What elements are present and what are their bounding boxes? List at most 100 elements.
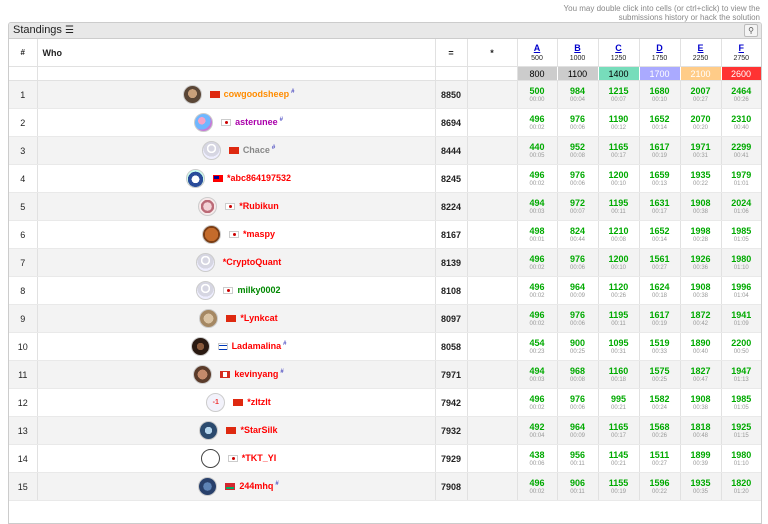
participant-handle[interactable]: *abc864197532 bbox=[227, 173, 291, 183]
problem-result-cell[interactable]: 956 00:11 bbox=[557, 444, 599, 473]
problem-header-d[interactable]: D 1750 bbox=[639, 39, 681, 67]
problem-result-cell[interactable]: 496 00:02 bbox=[517, 388, 558, 417]
problem-result-cell[interactable]: 1947 01:13 bbox=[721, 360, 761, 389]
problem-result-cell[interactable]: 2070 00:20 bbox=[680, 108, 722, 137]
problem-result-cell[interactable]: 824 00:44 bbox=[557, 220, 599, 249]
problem-result-cell[interactable]: 995 00:21 bbox=[598, 388, 640, 417]
problem-link[interactable]: D bbox=[640, 43, 680, 54]
problem-result-cell[interactable]: 1155 00:19 bbox=[598, 472, 640, 501]
problem-result-cell[interactable]: 1617 00:19 bbox=[639, 136, 681, 165]
problem-result-cell[interactable]: 1908 00:38 bbox=[680, 388, 722, 417]
problem-result-cell[interactable]: 1582 00:24 bbox=[639, 388, 681, 417]
problem-result-cell[interactable]: 1095 00:31 bbox=[598, 332, 640, 361]
problem-result-cell[interactable]: 496 00:02 bbox=[517, 164, 558, 193]
problem-result-cell[interactable]: 1890 00:40 bbox=[680, 332, 722, 361]
participant-handle[interactable]: kevinyang bbox=[234, 369, 278, 379]
problem-result-cell[interactable]: 1631 00:17 bbox=[639, 192, 681, 221]
problem-result-cell[interactable]: 972 00:07 bbox=[557, 192, 599, 221]
problem-result-cell[interactable]: 1596 00:22 bbox=[639, 472, 681, 501]
problem-result-cell[interactable]: 1659 00:13 bbox=[639, 164, 681, 193]
problem-result-cell[interactable]: 964 00:09 bbox=[557, 416, 599, 445]
problem-result-cell[interactable]: 1908 00:38 bbox=[680, 192, 722, 221]
participant-handle[interactable]: *CryptoQuant bbox=[223, 257, 282, 267]
problem-result-cell[interactable]: 1519 00:33 bbox=[639, 332, 681, 361]
problem-result-cell[interactable]: 496 00:02 bbox=[517, 304, 558, 333]
avatar[interactable] bbox=[198, 197, 218, 216]
problem-result-cell[interactable]: 1568 00:26 bbox=[639, 416, 681, 445]
avatar[interactable] bbox=[193, 365, 213, 384]
problem-result-cell[interactable]: 1820 01:20 bbox=[721, 472, 761, 501]
problem-result-cell[interactable]: 968 00:08 bbox=[557, 360, 599, 389]
problem-result-cell[interactable]: 1215 00:07 bbox=[598, 80, 640, 109]
avatar[interactable] bbox=[194, 113, 214, 132]
problem-result-cell[interactable]: 1996 01:04 bbox=[721, 276, 761, 305]
problem-link[interactable]: C bbox=[599, 43, 639, 54]
problem-result-cell[interactable]: 976 00:06 bbox=[557, 248, 599, 277]
problem-header-f[interactable]: F 2750 bbox=[721, 39, 761, 67]
problem-result-cell[interactable]: 496 00:02 bbox=[517, 108, 558, 137]
problem-result-cell[interactable]: 1561 00:27 bbox=[639, 248, 681, 277]
problem-link[interactable]: A bbox=[518, 43, 557, 54]
problem-header-a[interactable]: A 500 bbox=[517, 39, 558, 67]
problem-result-cell[interactable]: 964 00:09 bbox=[557, 276, 599, 305]
problem-result-cell[interactable]: 1511 00:27 bbox=[639, 444, 681, 473]
problem-result-cell[interactable]: 1935 00:22 bbox=[680, 164, 722, 193]
problem-result-cell[interactable]: 1160 00:18 bbox=[598, 360, 640, 389]
problem-result-cell[interactable]: 492 00:04 bbox=[517, 416, 558, 445]
problem-result-cell[interactable]: 1872 00:42 bbox=[680, 304, 722, 333]
problem-result-cell[interactable]: 2310 00:40 bbox=[721, 108, 761, 137]
problem-result-cell[interactable]: 976 00:06 bbox=[557, 388, 599, 417]
problem-result-cell[interactable]: 440 00:05 bbox=[517, 136, 558, 165]
problem-result-cell[interactable]: 976 00:06 bbox=[557, 108, 599, 137]
problem-result-cell[interactable]: 1165 00:17 bbox=[598, 416, 640, 445]
problem-result-cell[interactable]: 1190 00:12 bbox=[598, 108, 640, 137]
problem-result-cell[interactable]: 900 00:25 bbox=[557, 332, 599, 361]
problem-result-cell[interactable]: 2200 00:50 bbox=[721, 332, 761, 361]
problem-result-cell[interactable]: 1985 01:05 bbox=[721, 220, 761, 249]
problem-result-cell[interactable]: 1680 00:10 bbox=[639, 80, 681, 109]
problem-result-cell[interactable]: 2464 00:26 bbox=[721, 80, 761, 109]
problem-link[interactable]: B bbox=[558, 43, 598, 54]
problem-result-cell[interactable]: 976 00:06 bbox=[557, 304, 599, 333]
problem-result-cell[interactable]: 1998 00:28 bbox=[680, 220, 722, 249]
avatar[interactable] bbox=[198, 477, 218, 496]
problem-result-cell[interactable]: 1818 00:48 bbox=[680, 416, 722, 445]
avatar[interactable] bbox=[196, 281, 216, 300]
problem-result-cell[interactable]: 906 00:11 bbox=[557, 472, 599, 501]
participant-handle[interactable]: *StarSilk bbox=[240, 425, 277, 435]
problem-result-cell[interactable]: 1980 01:10 bbox=[721, 444, 761, 473]
problem-result-cell[interactable]: 984 00:04 bbox=[557, 80, 599, 109]
problem-result-cell[interactable]: 1908 00:38 bbox=[680, 276, 722, 305]
problem-result-cell[interactable]: 1652 00:14 bbox=[639, 108, 681, 137]
problem-result-cell[interactable]: 494 00:03 bbox=[517, 192, 558, 221]
participant-handle[interactable]: *zltzlt bbox=[247, 397, 271, 407]
problem-result-cell[interactable]: 1165 00:17 bbox=[598, 136, 640, 165]
problem-result-cell[interactable]: 952 00:08 bbox=[557, 136, 599, 165]
problem-result-cell[interactable]: 438 00:06 bbox=[517, 444, 558, 473]
problem-result-cell[interactable]: 1200 00:10 bbox=[598, 248, 640, 277]
participant-handle[interactable]: Ladamalina bbox=[232, 341, 282, 351]
problem-result-cell[interactable]: 1899 00:39 bbox=[680, 444, 722, 473]
avatar[interactable] bbox=[201, 141, 221, 160]
problem-result-cell[interactable]: 1617 00:19 bbox=[639, 304, 681, 333]
problem-result-cell[interactable]: 1200 00:10 bbox=[598, 164, 640, 193]
avatar[interactable] bbox=[185, 169, 205, 188]
problem-result-cell[interactable]: 2299 00:41 bbox=[721, 136, 761, 165]
problem-result-cell[interactable]: 2007 00:27 bbox=[680, 80, 722, 109]
problem-result-cell[interactable]: 1935 00:35 bbox=[680, 472, 722, 501]
problem-result-cell[interactable]: 1120 00:26 bbox=[598, 276, 640, 305]
participant-handle[interactable]: *Lynkcat bbox=[240, 313, 277, 323]
avatar[interactable] bbox=[201, 225, 221, 244]
problem-result-cell[interactable]: 1941 01:09 bbox=[721, 304, 761, 333]
problem-result-cell[interactable]: 976 00:06 bbox=[557, 164, 599, 193]
participant-handle[interactable]: cowgoodsheep bbox=[224, 89, 290, 99]
problem-link[interactable]: F bbox=[722, 43, 762, 54]
avatar[interactable] bbox=[199, 421, 219, 440]
avatar[interactable] bbox=[200, 449, 220, 468]
problem-result-cell[interactable]: 1827 00:47 bbox=[680, 360, 722, 389]
problem-result-cell[interactable]: 1195 00:11 bbox=[598, 304, 640, 333]
problem-link[interactable]: E bbox=[681, 43, 721, 54]
participant-handle[interactable]: Chace bbox=[243, 145, 270, 155]
problem-header-e[interactable]: E 2250 bbox=[680, 39, 722, 67]
zoom-icon[interactable]: ⚲ bbox=[744, 24, 758, 37]
